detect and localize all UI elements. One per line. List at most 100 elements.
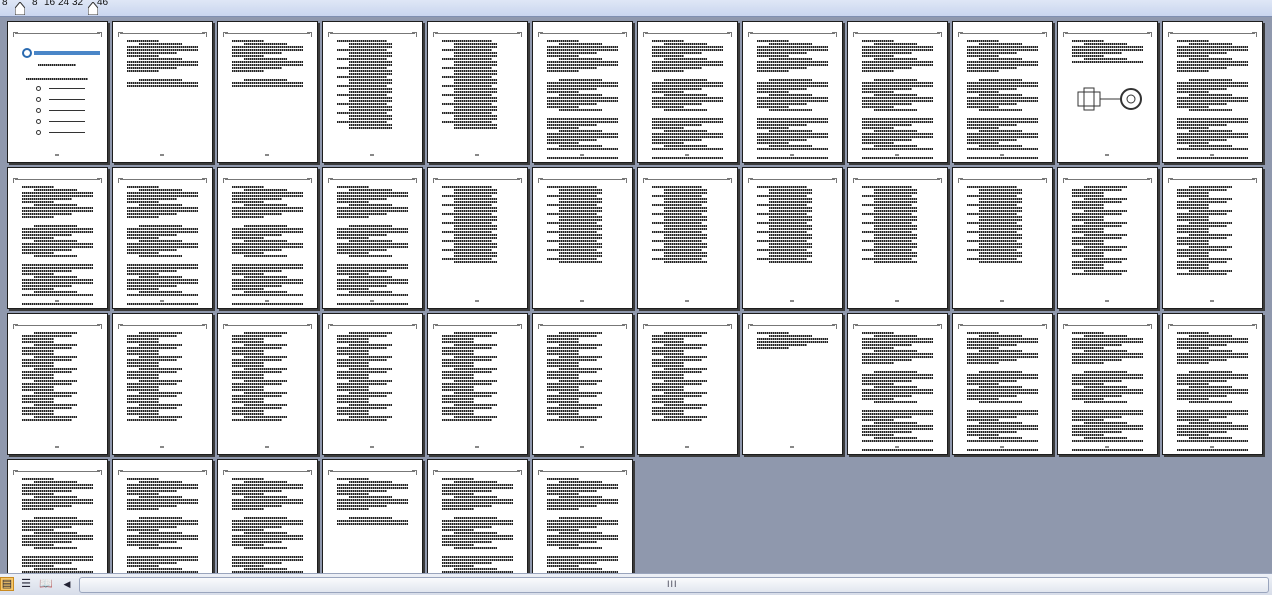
text-line bbox=[967, 362, 999, 364]
text-line bbox=[652, 347, 702, 349]
page-thumbnail[interactable] bbox=[322, 21, 423, 163]
page-thumbnail[interactable] bbox=[847, 21, 948, 163]
page-thumbnail[interactable] bbox=[112, 21, 213, 163]
arrow-left-icon: ◀ bbox=[63, 579, 71, 589]
text-line bbox=[967, 413, 1038, 415]
page-thumbnail[interactable] bbox=[112, 167, 213, 309]
page-thumbnail[interactable] bbox=[532, 21, 633, 163]
scrollbar-grip-icon[interactable]: III bbox=[667, 579, 678, 589]
page-thumbnail[interactable] bbox=[217, 313, 318, 455]
page-thumbnail[interactable] bbox=[532, 459, 633, 573]
page-thumbnail[interactable] bbox=[427, 459, 528, 573]
text-line bbox=[127, 216, 159, 218]
text-line bbox=[1177, 46, 1248, 48]
text-line bbox=[349, 64, 392, 66]
page-thumbnail[interactable] bbox=[427, 21, 528, 163]
text-line bbox=[862, 413, 933, 415]
page-thumbnail[interactable] bbox=[1162, 313, 1263, 455]
text-line bbox=[862, 61, 933, 63]
page-thumbnail[interactable] bbox=[112, 313, 213, 455]
page-thumbnail[interactable] bbox=[1057, 167, 1158, 309]
page-thumbnail[interactable] bbox=[1162, 167, 1263, 309]
page-thumbnail[interactable] bbox=[7, 167, 108, 309]
ruler-pointer-icon[interactable] bbox=[15, 2, 25, 15]
text-line bbox=[127, 279, 198, 281]
page-thumbnail[interactable] bbox=[532, 313, 633, 455]
text-line bbox=[127, 478, 159, 480]
text-line bbox=[664, 94, 707, 96]
page-thumbnail-area[interactable] bbox=[0, 17, 1272, 573]
text-line bbox=[232, 195, 303, 197]
text-line bbox=[1177, 353, 1248, 355]
outline-view-button[interactable]: ☰ bbox=[19, 577, 33, 591]
page-thumbnail[interactable] bbox=[847, 167, 948, 309]
text-line bbox=[1177, 416, 1227, 418]
page-thumbnail[interactable] bbox=[217, 167, 318, 309]
page-thumbnail[interactable] bbox=[322, 313, 423, 455]
text-line bbox=[862, 213, 912, 215]
text-line bbox=[1177, 243, 1209, 245]
text-line bbox=[454, 106, 497, 108]
text-line bbox=[652, 335, 702, 337]
page-thumbnail[interactable] bbox=[427, 167, 528, 309]
scroll-left-button[interactable]: ◀ bbox=[60, 577, 74, 591]
page-margin-mark bbox=[643, 32, 648, 37]
page-thumbnail[interactable] bbox=[217, 21, 318, 163]
text-line bbox=[652, 127, 684, 129]
page-thumbnail[interactable] bbox=[952, 313, 1053, 455]
text-line bbox=[1072, 252, 1104, 254]
text-line bbox=[337, 234, 387, 236]
page-thumbnail[interactable] bbox=[7, 459, 108, 573]
page-thumbnail[interactable] bbox=[742, 313, 843, 455]
text-line bbox=[979, 216, 1022, 218]
thumbnail-view-button[interactable]: ▤ bbox=[0, 577, 14, 591]
page-thumbnail[interactable] bbox=[952, 21, 1053, 163]
page-thumbnail[interactable] bbox=[637, 167, 738, 309]
page-margin-mark bbox=[1170, 325, 1255, 326]
page-thumbnail[interactable] bbox=[217, 459, 318, 573]
text-line bbox=[1072, 273, 1122, 275]
text-line bbox=[967, 85, 1038, 87]
page-thumbnail[interactable] bbox=[532, 167, 633, 309]
horizontal-scrollbar[interactable]: III bbox=[79, 577, 1269, 593]
page-thumbnail[interactable] bbox=[1057, 21, 1158, 163]
page-margin-mark bbox=[433, 324, 438, 329]
text-line bbox=[139, 404, 182, 406]
text-line bbox=[442, 407, 492, 409]
page-margin-mark bbox=[538, 470, 543, 475]
text-line bbox=[232, 252, 264, 254]
cover-title-line bbox=[38, 64, 76, 66]
text-line bbox=[442, 541, 492, 543]
text-line bbox=[232, 478, 264, 480]
page-thumbnail[interactable] bbox=[847, 313, 948, 455]
text-line bbox=[244, 189, 287, 191]
text-line bbox=[979, 43, 1022, 45]
text-line bbox=[1177, 332, 1209, 334]
page-margin-mark bbox=[643, 324, 648, 329]
text-line bbox=[232, 198, 282, 200]
text-line bbox=[664, 246, 707, 248]
page-thumbnail[interactable] bbox=[637, 21, 738, 163]
page-thumbnail[interactable] bbox=[7, 21, 108, 163]
zoom-ruler[interactable]: 8 8 16 24 32 46 bbox=[0, 0, 1272, 17]
text-line bbox=[337, 198, 387, 200]
text-line bbox=[757, 157, 828, 159]
page-thumbnail[interactable] bbox=[112, 459, 213, 573]
text-line bbox=[1177, 374, 1248, 376]
page-thumbnail[interactable] bbox=[1057, 313, 1158, 455]
text-line bbox=[1177, 106, 1209, 108]
page-thumbnail[interactable] bbox=[1162, 21, 1263, 163]
page-margin-mark bbox=[1042, 324, 1047, 329]
reading-view-button[interactable]: 📖 bbox=[39, 577, 53, 591]
page-thumbnail[interactable] bbox=[742, 21, 843, 163]
page-thumbnail[interactable] bbox=[742, 167, 843, 309]
page-thumbnail[interactable] bbox=[952, 167, 1053, 309]
text-line bbox=[244, 568, 287, 570]
page-thumbnail[interactable] bbox=[637, 313, 738, 455]
page-thumbnail[interactable] bbox=[322, 459, 423, 573]
page-thumbnail[interactable] bbox=[427, 313, 528, 455]
page-margin-mark bbox=[540, 325, 625, 326]
page-thumbnail[interactable] bbox=[7, 313, 108, 455]
text-line bbox=[1072, 383, 1104, 385]
page-thumbnail[interactable] bbox=[322, 167, 423, 309]
